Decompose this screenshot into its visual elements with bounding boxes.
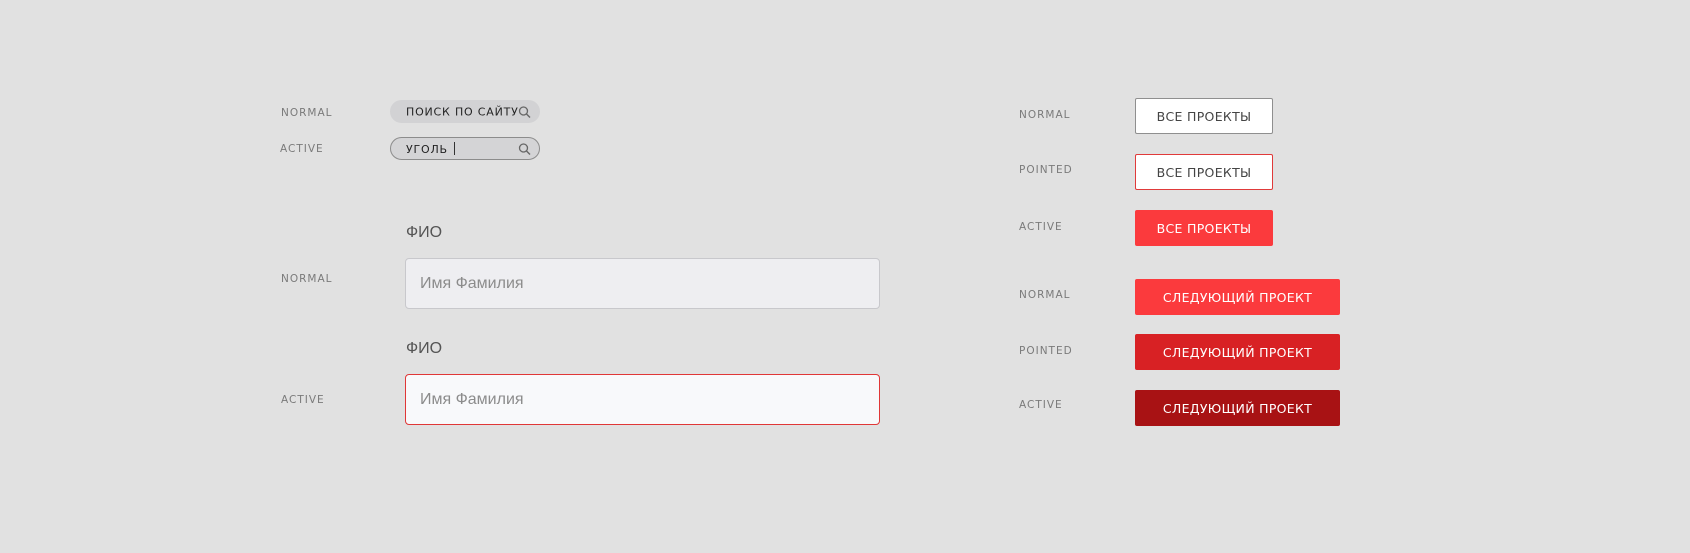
all-projects-button-normal[interactable]: ВСЕ ПРОЕКТЫ xyxy=(1135,98,1273,134)
all-projects-pointed-state-label: POINTED xyxy=(1019,164,1073,176)
search-icon[interactable] xyxy=(518,142,531,155)
all-projects-normal-state-label: NORMAL xyxy=(1019,109,1071,121)
fio-field-normal[interactable]: Имя Фамилия xyxy=(405,258,880,309)
search-normal-state-label: NORMAL xyxy=(281,107,333,119)
all-projects-active-state-label: ACTIVE xyxy=(1019,221,1063,233)
all-projects-button-pointed[interactable]: ВСЕ ПРОЕКТЫ xyxy=(1135,154,1273,190)
search-active-state-label: ACTIVE xyxy=(280,143,324,155)
search-icon[interactable] xyxy=(518,105,531,118)
next-project-pointed-state-label: POINTED xyxy=(1019,345,1073,357)
next-project-button-pointed[interactable]: СЛЕДУЮЩИЙ ПРОЕКТ xyxy=(1135,334,1340,370)
field-active-state-label: ACTIVE xyxy=(281,394,325,406)
search-placeholder: ПОИСК ПО САЙТУ xyxy=(406,105,519,118)
field-normal-state-label: NORMAL xyxy=(281,273,333,285)
fio-label-active: ФИО xyxy=(406,340,443,357)
next-project-button-active[interactable]: СЛЕДУЮЩИЙ ПРОЕКТ xyxy=(1135,390,1340,426)
next-project-button-normal[interactable]: СЛЕДУЮЩИЙ ПРОЕКТ xyxy=(1135,279,1340,315)
next-project-active-state-label: ACTIVE xyxy=(1019,399,1063,411)
all-projects-button-active[interactable]: ВСЕ ПРОЕКТЫ xyxy=(1135,210,1273,246)
search-value: УГОЛЬ xyxy=(406,142,448,156)
text-caret xyxy=(453,141,455,155)
fio-field-active[interactable]: Имя Фамилия xyxy=(405,374,880,425)
site-search-normal[interactable]: ПОИСК ПО САЙТУ xyxy=(390,100,540,123)
next-project-normal-state-label: NORMAL xyxy=(1019,289,1071,301)
site-search-active[interactable]: УГОЛЬ xyxy=(390,137,540,160)
fio-label-normal: ФИО xyxy=(406,224,443,241)
